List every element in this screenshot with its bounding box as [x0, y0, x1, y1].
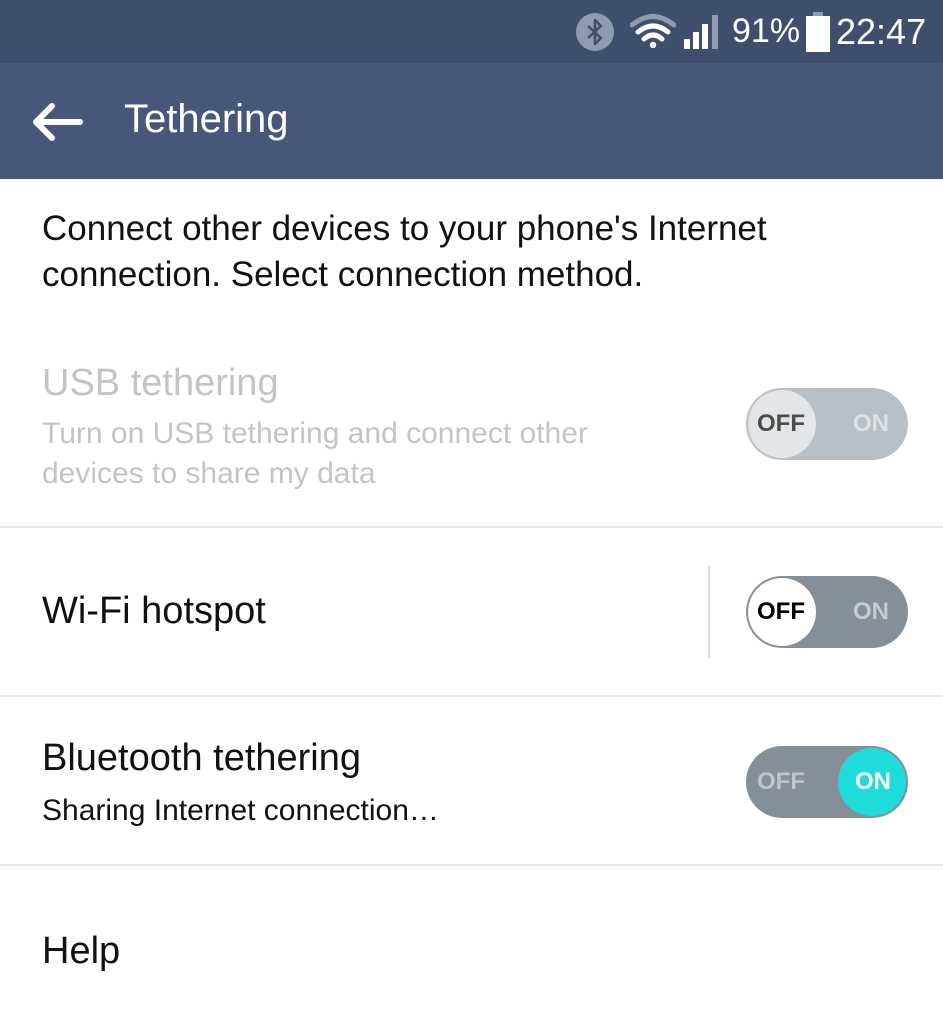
setting-title: USB tethering — [42, 362, 279, 404]
battery-percent: 91% — [732, 12, 801, 50]
app-bar: Tethering — [0, 63, 943, 179]
wifi-hotspot-toggle[interactable]: OFF ON — [746, 576, 908, 648]
setting-help[interactable]: Help — [0, 866, 943, 1024]
toggle-off-label: OFF — [757, 768, 805, 795]
toggle-on-label: ON — [853, 410, 889, 437]
setting-usb-tethering: USB tethering Turn on USB tethering and … — [0, 340, 943, 528]
signal-icon — [684, 15, 718, 49]
setting-title: Wi-Fi hotspot — [42, 590, 266, 632]
setting-subtitle: Turn on USB tethering and connect other … — [42, 417, 588, 490]
intro-text: Connect other devices to your phone's In… — [42, 209, 767, 294]
setting-title: Help — [42, 930, 121, 972]
vertical-separator — [708, 566, 710, 658]
battery-icon — [806, 12, 830, 52]
status-bar: 91% 22:47 — [0, 0, 943, 63]
bluetooth-tethering-toggle[interactable]: OFF ON — [746, 746, 908, 818]
bluetooth-icon — [576, 13, 614, 51]
setting-title: Bluetooth tethering — [42, 737, 362, 779]
arrow-left-icon[interactable] — [30, 101, 86, 143]
setting-subtitle: Sharing Internet connection… — [42, 794, 439, 827]
wifi-icon — [630, 14, 676, 48]
page-title: Tethering — [124, 97, 289, 141]
toggle-off-label: OFF — [757, 598, 805, 625]
toggle-off-label: OFF — [757, 410, 805, 437]
setting-bluetooth-tethering[interactable]: Bluetooth tethering Sharing Internet con… — [0, 697, 943, 865]
setting-wifi-hotspot[interactable]: Wi-Fi hotspot OFF ON — [0, 528, 943, 696]
toggle-on-label: ON — [853, 598, 889, 625]
usb-tethering-toggle[interactable]: OFF ON — [746, 388, 908, 460]
toggle-on-label: ON — [855, 768, 891, 795]
clock: 22:47 — [836, 11, 927, 52]
